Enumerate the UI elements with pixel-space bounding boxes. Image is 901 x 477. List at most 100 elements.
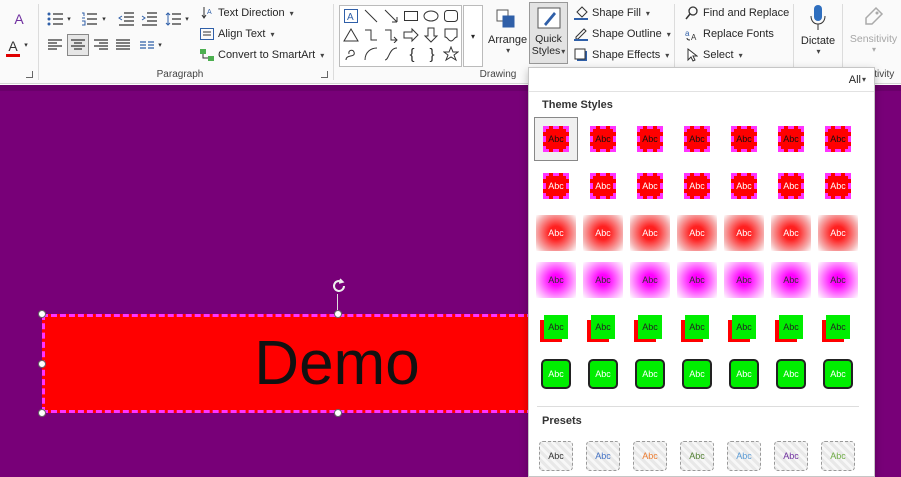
arc-icon[interactable]: [363, 46, 381, 64]
resize-handle[interactable]: [334, 409, 342, 417]
theme-style-swatch[interactable]: Abc: [629, 306, 671, 348]
rectangle-icon[interactable]: [403, 8, 421, 26]
theme-style-swatch[interactable]: Abc: [582, 353, 624, 395]
rounded-rectangle-icon[interactable]: [443, 8, 461, 26]
theme-style-swatch[interactable]: Abc: [535, 306, 577, 348]
filter-dropdown[interactable]: All ▾: [849, 74, 866, 86]
resize-handle[interactable]: [38, 409, 46, 417]
text-direction-button[interactable]: A Text Direction ▾: [200, 6, 294, 20]
justify-icon[interactable]: [114, 36, 132, 54]
arrange-button[interactable]: Arrange ▾: [488, 34, 527, 55]
theme-style-swatch[interactable]: Abc: [817, 259, 859, 301]
resize-handle[interactable]: [38, 360, 46, 368]
theme-style-swatch[interactable]: Abc: [582, 212, 624, 254]
paragraph-dialog-launcher[interactable]: [321, 71, 328, 78]
theme-style-swatch[interactable]: Abc: [534, 117, 578, 161]
chevron-down-icon[interactable]: ▾: [156, 40, 164, 50]
align-center-icon[interactable]: [67, 34, 89, 56]
shape-outline-button[interactable]: Shape Outline ▾: [574, 27, 671, 41]
theme-style-swatch[interactable]: Abc: [770, 118, 812, 160]
align-left-icon[interactable]: [46, 36, 64, 54]
theme-style-swatch[interactable]: Abc: [582, 118, 624, 160]
theme-style-swatch[interactable]: Abc: [723, 165, 765, 207]
quick-styles-gallery[interactable]: All ▾ Theme Styles Presets Abc Abc Abc Abc Ab…: [528, 67, 875, 477]
triangle-icon[interactable]: [343, 27, 361, 45]
theme-style-swatch[interactable]: Abc: [582, 259, 624, 301]
preset-swatch[interactable]: Abc: [582, 435, 624, 477]
demo-shape[interactable]: Demo: [42, 314, 542, 413]
down-arrow-icon[interactable]: [423, 27, 441, 45]
shape-fill-button[interactable]: Shape Fill ▾: [574, 6, 650, 20]
preset-swatch[interactable]: Abc: [535, 435, 577, 477]
arrow-line-icon[interactable]: [383, 8, 401, 26]
theme-style-swatch[interactable]: Abc: [723, 212, 765, 254]
theme-style-swatch[interactable]: Abc: [629, 165, 671, 207]
theme-style-swatch[interactable]: Abc: [817, 306, 859, 348]
theme-style-swatch[interactable]: Abc: [676, 259, 718, 301]
theme-style-swatch[interactable]: Abc: [676, 118, 718, 160]
replace-fonts-button[interactable]: aA Replace Fonts: [685, 27, 774, 41]
theme-style-swatch[interactable]: Abc: [770, 353, 812, 395]
rotate-handle[interactable]: [330, 277, 348, 295]
resize-handle[interactable]: [38, 310, 46, 318]
star-icon[interactable]: [442, 45, 461, 64]
theme-style-swatch[interactable]: Abc: [629, 353, 671, 395]
theme-style-swatch[interactable]: Abc: [770, 306, 812, 348]
resize-handle[interactable]: [334, 310, 342, 318]
line-spacing-icon[interactable]: [164, 10, 182, 28]
theme-style-swatch[interactable]: Abc: [817, 118, 859, 160]
chevron-down-icon[interactable]: ▾: [100, 14, 108, 24]
line-icon[interactable]: [363, 8, 381, 26]
oval-icon[interactable]: [423, 8, 441, 26]
flowchart-icon[interactable]: [443, 27, 461, 45]
theme-style-swatch[interactable]: Abc: [582, 165, 624, 207]
theme-style-swatch[interactable]: Abc: [629, 118, 671, 160]
theme-style-swatch[interactable]: Abc: [770, 259, 812, 301]
sensitivity-button[interactable]: Sensitivity ▾: [846, 4, 901, 62]
select-button[interactable]: Select ▾: [685, 48, 743, 62]
theme-style-swatch[interactable]: Abc: [770, 212, 812, 254]
right-arrow-icon[interactable]: [403, 27, 421, 45]
theme-style-swatch[interactable]: Abc: [723, 259, 765, 301]
shape-text[interactable]: Demo: [254, 328, 419, 399]
preset-swatch[interactable]: Abc: [629, 435, 671, 477]
theme-style-swatch[interactable]: Abc: [723, 306, 765, 348]
shape-effects-button[interactable]: Shape Effects ▾: [574, 48, 669, 62]
columns-icon[interactable]: [138, 36, 156, 54]
bullets-icon[interactable]: [46, 10, 64, 28]
increase-indent-icon[interactable]: [140, 10, 158, 28]
find-replace-button[interactable]: Find and Replace: [685, 6, 789, 20]
theme-style-swatch[interactable]: Abc: [535, 212, 577, 254]
freeform-icon[interactable]: [343, 46, 361, 64]
dictate-button[interactable]: Dictate ▾: [798, 4, 838, 62]
clear-formatting-icon[interactable]: A: [10, 10, 28, 28]
theme-style-swatch[interactable]: Abc: [817, 212, 859, 254]
preset-swatch[interactable]: Abc: [817, 435, 859, 477]
theme-style-swatch[interactable]: Abc: [582, 306, 624, 348]
curve-icon[interactable]: [383, 46, 401, 64]
preset-swatch[interactable]: Abc: [770, 435, 812, 477]
chevron-down-icon[interactable]: ▾: [183, 14, 191, 24]
theme-style-swatch[interactable]: Abc: [629, 259, 671, 301]
theme-style-swatch[interactable]: Abc: [535, 353, 577, 395]
theme-style-swatch[interactable]: Abc: [676, 212, 718, 254]
theme-style-swatch[interactable]: Abc: [723, 353, 765, 395]
theme-style-swatch[interactable]: Abc: [676, 306, 718, 348]
preset-swatch[interactable]: Abc: [723, 435, 765, 477]
theme-style-swatch[interactable]: Abc: [676, 165, 718, 207]
numbering-icon[interactable]: [80, 10, 98, 28]
font-color-icon[interactable]: A: [4, 36, 22, 58]
convert-smartart-button[interactable]: Convert to SmartArt ▾: [200, 48, 324, 62]
left-brace-icon[interactable]: {: [403, 46, 421, 64]
quick-styles-button[interactable]: Quick Styles ▾: [529, 2, 568, 64]
theme-style-swatch[interactable]: Abc: [535, 259, 577, 301]
decrease-indent-icon[interactable]: [117, 10, 135, 28]
theme-style-swatch[interactable]: Abc: [817, 165, 859, 207]
theme-style-swatch[interactable]: Abc: [817, 353, 859, 395]
chevron-down-icon[interactable]: ▾: [22, 40, 30, 50]
shapes-gallery[interactable]: A { }: [339, 5, 462, 67]
elbow-connector-icon[interactable]: [363, 27, 381, 45]
chevron-down-icon[interactable]: ▾: [65, 14, 73, 24]
elbow-arrow-icon[interactable]: [383, 27, 401, 45]
text-box-icon[interactable]: A: [343, 8, 361, 26]
